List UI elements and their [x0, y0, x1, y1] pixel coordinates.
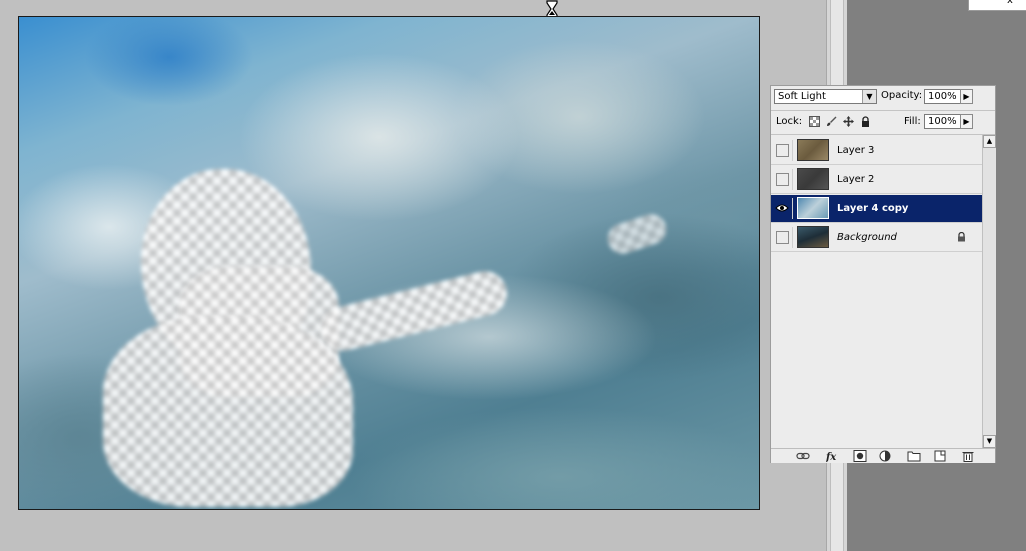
top-right-tab-label: x [1007, 0, 1013, 6]
layer-style-icon[interactable]: fx [826, 450, 840, 462]
opacity-slider-button[interactable]: ▶ [960, 89, 973, 104]
layer-thumbnail [797, 226, 829, 248]
layer-name: Layer 2 [837, 174, 875, 185]
fill-label: Fill: [904, 116, 921, 127]
layers-scrollbar[interactable]: ▲ ▼ [982, 135, 996, 448]
layers-panel: Soft Light ▼ Opacity: 100% ▶ Lock: Fill:… [770, 85, 996, 463]
layer-list: Layer 3 Layer 2 Layer 4 copy Background [771, 135, 982, 448]
layer-mask-icon[interactable] [853, 450, 867, 462]
lock-label: Lock: [776, 116, 803, 127]
adjustment-layer-icon[interactable] [879, 450, 893, 462]
layer-thumbnail [797, 139, 829, 161]
new-layer-icon[interactable] [933, 450, 947, 462]
layer-row-background[interactable]: Background [771, 224, 982, 252]
blend-mode-select[interactable]: Soft Light ▼ [774, 89, 877, 104]
fill-input[interactable]: 100% [924, 114, 962, 129]
document-canvas[interactable] [18, 16, 760, 510]
lock-all-icon[interactable] [860, 116, 871, 127]
transparent-region [603, 210, 671, 258]
lock-move-icon[interactable] [843, 116, 854, 127]
layer-row-layer-2[interactable]: Layer 2 [771, 166, 982, 194]
lock-transparent-icon[interactable] [809, 116, 820, 127]
top-right-tab[interactable]: x [968, 0, 1026, 11]
blend-mode-value: Soft Light [778, 91, 826, 102]
visibility-toggle[interactable] [772, 227, 793, 248]
new-group-icon[interactable] [907, 450, 921, 462]
layer-name: Layer 3 [837, 145, 875, 156]
opacity-label: Opacity: [881, 90, 923, 101]
layers-footer: fx [771, 448, 995, 463]
lock-icon [958, 232, 965, 242]
visibility-toggle[interactable] [772, 198, 793, 219]
visibility-toggle[interactable] [772, 140, 793, 161]
layer-name: Layer 4 copy [837, 203, 909, 214]
scroll-up-button[interactable]: ▲ [983, 135, 996, 148]
svg-text:fx: fx [826, 452, 837, 462]
link-layers-icon[interactable] [796, 450, 810, 462]
chevron-down-icon[interactable]: ▼ [862, 90, 876, 103]
scroll-down-button[interactable]: ▼ [983, 435, 996, 448]
layer-name: Background [837, 232, 897, 243]
layer-row-layer-4-copy[interactable]: Layer 4 copy [771, 195, 982, 223]
blend-row: Soft Light ▼ Opacity: 100% ▶ [771, 86, 995, 110]
transparent-region [103, 317, 353, 507]
transparent-region [316, 266, 512, 356]
eye-icon [775, 204, 789, 212]
opacity-input[interactable]: 100% [924, 89, 962, 104]
visibility-toggle[interactable] [772, 169, 793, 190]
layer-thumbnail [797, 168, 829, 190]
divider [771, 110, 995, 111]
lock-brush-icon[interactable] [826, 116, 837, 127]
trash-icon[interactable] [961, 450, 975, 462]
fill-slider-button[interactable]: ▶ [960, 114, 973, 129]
layer-thumbnail [797, 197, 829, 219]
layer-row-layer-3[interactable]: Layer 3 [771, 137, 982, 165]
